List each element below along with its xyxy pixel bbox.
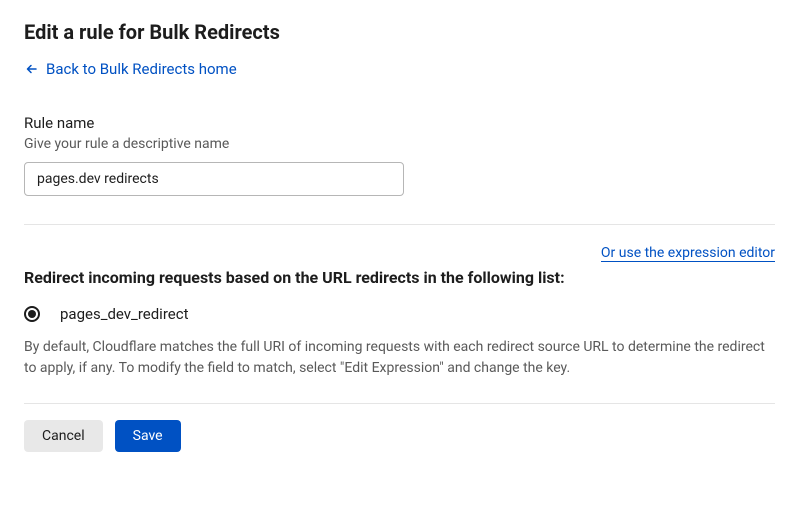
redirect-description: By default, Cloudflare matches the full …	[24, 337, 775, 379]
radio-button-icon	[24, 306, 40, 322]
back-link[interactable]: Back to Bulk Redirects home	[24, 60, 237, 78]
redirect-list-label: pages_dev_redirect	[60, 305, 188, 323]
redirect-list-option[interactable]: pages_dev_redirect	[24, 305, 775, 323]
redirect-section-heading: Redirect incoming requests based on the …	[24, 268, 775, 287]
expression-editor-link[interactable]: Or use the expression editor	[601, 245, 775, 262]
rule-name-field: Rule name Give your rule a descriptive n…	[24, 114, 775, 196]
rule-name-hint: Give your rule a descriptive name	[24, 136, 775, 152]
rule-name-label: Rule name	[24, 114, 775, 132]
footer-divider	[24, 403, 775, 404]
button-row: Cancel Save	[24, 420, 775, 452]
divider	[24, 224, 775, 225]
rule-name-input[interactable]	[24, 162, 404, 196]
cancel-button[interactable]: Cancel	[24, 420, 103, 452]
arrow-left-icon	[24, 61, 40, 77]
back-link-text: Back to Bulk Redirects home	[46, 60, 237, 78]
page-title: Edit a rule for Bulk Redirects	[24, 20, 775, 44]
save-button[interactable]: Save	[115, 420, 181, 452]
